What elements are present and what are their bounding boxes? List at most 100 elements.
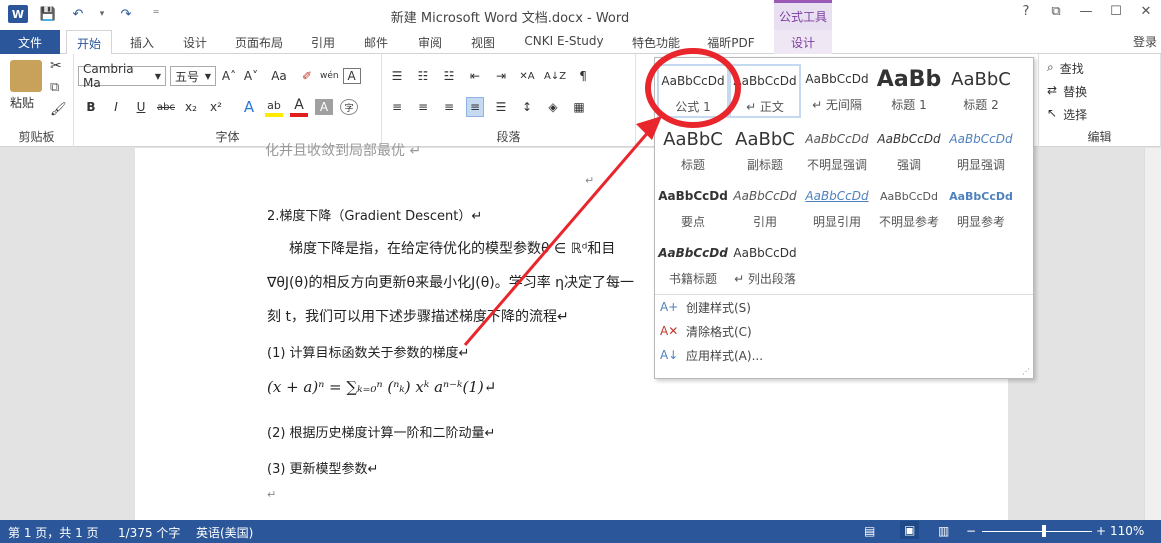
vertical-scrollbar[interactable] [1144, 148, 1161, 520]
tab-special[interactable]: 特色功能 [624, 30, 688, 54]
increase-indent-icon[interactable]: ⇥ [492, 66, 510, 86]
tab-references[interactable]: 引用 [303, 30, 343, 54]
tab-home[interactable]: 开始 [66, 30, 112, 55]
login-link[interactable]: 登录 [1133, 33, 1157, 50]
superscript-button[interactable]: x² [207, 97, 225, 117]
chinese-layout-icon[interactable]: ✕A [518, 66, 536, 86]
align-right-icon[interactable]: ≡ [440, 97, 458, 117]
font-size-select[interactable]: 五号 ▼ [170, 66, 216, 86]
paste-icon[interactable] [10, 60, 42, 92]
style-equation-1[interactable]: AaBbCcDd 公式 1 [657, 64, 729, 118]
style-intense-reference[interactable]: AaBbCcDd 明显参考 [945, 181, 1017, 235]
undo-icon[interactable]: ↶ [68, 5, 88, 23]
zoom-level[interactable]: 110% [1110, 524, 1144, 538]
char-border-icon[interactable]: A [342, 68, 361, 84]
tab-mailings[interactable]: 邮件 [356, 30, 396, 54]
paste-button[interactable]: 粘贴 [10, 94, 34, 111]
style-subtle-reference[interactable]: AaBbCcDd 不明显参考 [873, 181, 945, 235]
read-mode-icon[interactable]: ▤ [864, 524, 875, 538]
equation[interactable]: (x + a)ⁿ = ∑ₖ₌₀ⁿ (ⁿₖ) xᵏ aⁿ⁻ᵏ(1)↵ [267, 378, 496, 396]
tab-page-layout[interactable]: 页面布局 [228, 30, 290, 54]
style-subtle-emphasis[interactable]: AaBbCcDd 不明显强调 [801, 124, 873, 178]
format-painter-icon[interactable]: 🖌 [50, 102, 67, 117]
tab-design[interactable]: 设计 [175, 30, 215, 54]
redo-icon[interactable]: ↷ [116, 5, 136, 23]
cut-icon[interactable]: ✂ [50, 58, 62, 74]
tab-equation-design[interactable]: 设计 [774, 30, 832, 54]
style-no-spacing[interactable]: AaBbCcDd ↵ 无间隔 [801, 64, 873, 118]
menu-create-style[interactable]: A+ 创建样式(S) [660, 296, 751, 318]
bold-button[interactable]: B [82, 97, 100, 117]
strikethrough-button[interactable]: abc [157, 97, 175, 117]
customize-qat-icon[interactable]: ⁼ [146, 5, 166, 23]
sort-icon[interactable]: A↓Z [544, 66, 566, 86]
style-subtitle[interactable]: AaBbC 副标题 [729, 124, 801, 178]
grow-font-icon[interactable]: A˄ [220, 66, 238, 86]
style-intense-emphasis[interactable]: AaBbCcDd 明显强调 [945, 124, 1017, 178]
enclose-char-icon[interactable]: 字 [340, 99, 358, 115]
undo-dropdown-icon[interactable]: ▾ [98, 5, 106, 23]
style-heading-1[interactable]: AaBb 标题 1 [873, 64, 945, 118]
justify-icon[interactable]: ≡ [466, 97, 484, 117]
style-strong[interactable]: AaBbCcDd 要点 [657, 181, 729, 235]
font-color-icon[interactable]: A [290, 97, 308, 117]
close-button[interactable]: ✕ [1131, 4, 1161, 19]
borders-icon[interactable]: ▦ [570, 97, 588, 117]
tab-insert[interactable]: 插入 [122, 30, 162, 54]
style-emphasis[interactable]: AaBbCcDd 强调 [873, 124, 945, 178]
tab-review[interactable]: 审阅 [410, 30, 450, 54]
tab-foxit[interactable]: 福昕PDF [700, 30, 762, 54]
style-normal[interactable]: AaBbCcDd ↵ 正文 [729, 64, 801, 118]
maximize-button[interactable]: ☐ [1101, 4, 1131, 19]
subscript-button[interactable]: x₂ [182, 97, 200, 117]
zoom-slider-thumb[interactable] [1042, 525, 1046, 537]
style-list-paragraph[interactable]: AaBbCcDd ↵ 列出段落 [729, 238, 801, 292]
highlight-icon[interactable]: ab [265, 97, 283, 117]
line-spacing-icon[interactable]: ↕ [518, 97, 536, 117]
style-title[interactable]: AaBbC 标题 [657, 124, 729, 178]
bullets-icon[interactable]: ☰ [388, 66, 406, 86]
menu-clear-formatting[interactable]: A✕ 清除格式(C) [660, 320, 752, 342]
underline-button[interactable]: U [132, 97, 150, 117]
language[interactable]: 英语(美国) [196, 524, 253, 541]
text-effects-icon[interactable]: A [240, 97, 258, 117]
font-family-select[interactable]: Cambria Ma ▼ [78, 62, 166, 90]
page-count[interactable]: 第 1 页，共 1 页 [8, 524, 99, 541]
word-logo-icon[interactable]: W [8, 5, 28, 23]
tab-file[interactable]: 文件 [0, 30, 60, 54]
phonetic-guide-icon[interactable]: wén [320, 66, 339, 86]
save-icon[interactable]: 💾 [38, 5, 58, 23]
decrease-indent-icon[interactable]: ⇤ [466, 66, 484, 86]
copy-icon[interactable]: ⧉ [50, 80, 59, 95]
tab-cnki[interactable]: CNKI E-Study [518, 30, 610, 54]
replace-button[interactable]: ⇄ 替换 [1047, 83, 1087, 100]
italic-button[interactable]: I [107, 97, 125, 117]
word-count[interactable]: 1/375 个字 [118, 524, 180, 541]
numbering-icon[interactable]: ☷ [414, 66, 432, 86]
clear-format-icon[interactable]: ✐ [298, 66, 316, 86]
menu-apply-styles[interactable]: A↓ 应用样式(A)... [660, 344, 763, 366]
distributed-icon[interactable]: ☰ [492, 97, 510, 117]
char-shading-icon[interactable]: A [315, 99, 333, 115]
zoom-in-button[interactable]: + [1096, 524, 1106, 538]
select-button[interactable]: ↖ 选择 [1047, 106, 1087, 123]
tab-view[interactable]: 视图 [463, 30, 503, 54]
zoom-slider-track[interactable] [982, 531, 1092, 532]
align-center-icon[interactable]: ≡ [414, 97, 432, 117]
style-intense-quote[interactable]: AaBbCcDd 明显引用 [801, 181, 873, 235]
zoom-out-button[interactable]: − [966, 524, 976, 538]
minimize-button[interactable]: — [1071, 4, 1101, 19]
style-heading-2[interactable]: AaBbC 标题 2 [945, 64, 1017, 118]
shading-icon[interactable]: ◈ [544, 97, 562, 117]
align-left-icon[interactable]: ≡ [388, 97, 406, 117]
find-button[interactable]: ⌕ 查找 [1047, 60, 1084, 77]
ribbon-display-button[interactable]: ⧉ [1041, 4, 1071, 19]
change-case-icon[interactable]: Aa [270, 66, 288, 86]
help-button[interactable]: ? [1011, 4, 1041, 19]
resize-grip-icon[interactable]: ⋰ [1022, 367, 1030, 376]
multilevel-list-icon[interactable]: ☳ [440, 66, 458, 86]
print-layout-icon[interactable]: ▣ [900, 521, 920, 539]
style-book-title[interactable]: AaBbCcDd 书籍标题 [657, 238, 729, 292]
style-quote[interactable]: AaBbCcDd 引用 [729, 181, 801, 235]
show-marks-icon[interactable]: ¶ [574, 66, 592, 86]
